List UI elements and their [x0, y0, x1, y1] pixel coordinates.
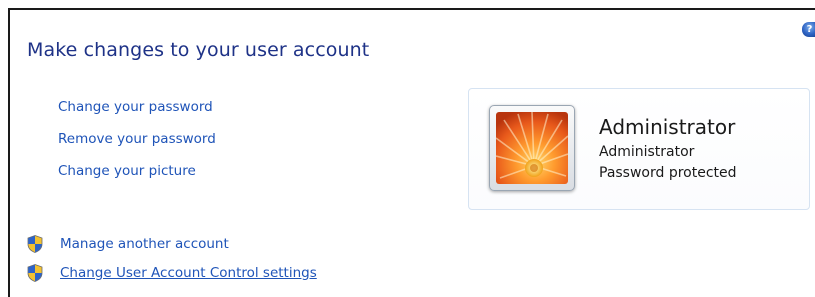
uac-shield-icon: [27, 264, 43, 282]
change-picture-link[interactable]: Change your picture: [58, 163, 216, 195]
remove-password-link[interactable]: Remove your password: [58, 131, 216, 163]
control-panel-content: ? Make changes to your user account Chan…: [8, 8, 815, 297]
manage-another-account-link[interactable]: Manage another account: [27, 234, 229, 254]
page-title: Make changes to your user account: [27, 39, 370, 61]
task-links: Change your password Remove your passwor…: [58, 99, 216, 195]
flower-picture-icon: [496, 112, 568, 184]
manage-another-account-label: Manage another account: [60, 236, 229, 252]
help-icon[interactable]: ?: [802, 22, 815, 37]
user-status: Password protected: [599, 165, 737, 181]
user-role: Administrator: [599, 144, 695, 160]
user-picture: [496, 112, 568, 184]
uac-shield-icon: [27, 235, 43, 253]
change-uac-settings-link[interactable]: Change User Account Control settings: [27, 263, 317, 283]
account-card: Administrator Administrator Password pro…: [468, 88, 810, 210]
user-picture-frame: [489, 105, 575, 191]
user-name: Administrator: [599, 115, 736, 139]
change-uac-settings-label: Change User Account Control settings: [60, 265, 317, 281]
change-password-link[interactable]: Change your password: [58, 99, 216, 131]
